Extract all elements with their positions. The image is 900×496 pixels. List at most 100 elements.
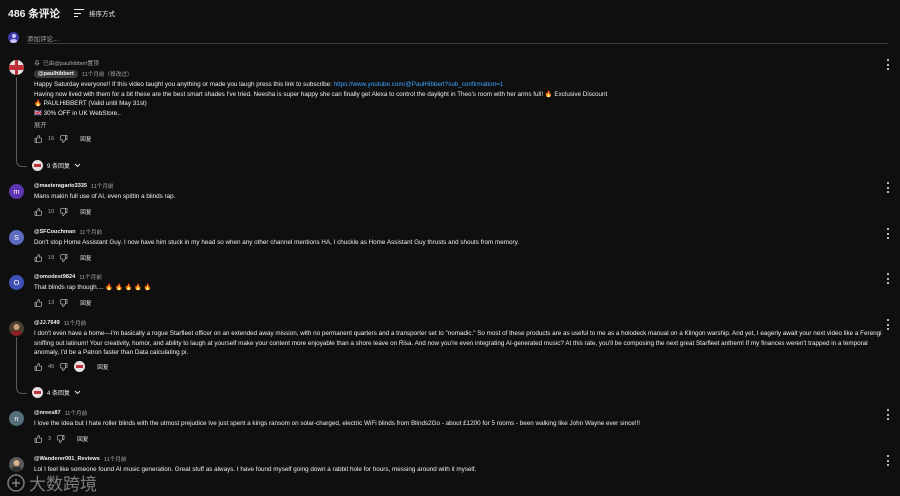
- pinned-label: 已由@paulhibbert置顶: [34, 59, 879, 67]
- comment-actions: 19 回复: [34, 253, 879, 263]
- comment-actions: 13 回复: [34, 298, 879, 308]
- chevron-down-icon: [74, 163, 81, 168]
- subscribe-link[interactable]: https://www.youtube.com/@PaulHibbert?sub…: [334, 81, 504, 88]
- dislike-icon[interactable]: [60, 135, 68, 143]
- avatar-letter: S: [13, 233, 19, 242]
- like-icon[interactable]: [34, 362, 42, 371]
- comment-time[interactable]: 11个月前: [80, 228, 103, 236]
- reply-button[interactable]: 回复: [97, 363, 108, 371]
- comment-count: 486 条评论: [8, 7, 60, 20]
- comment-author[interactable]: @masteragario3335: [34, 183, 87, 189]
- like-icon[interactable]: [34, 434, 42, 443]
- replies-label: 4 条回复: [47, 391, 71, 397]
- comment-text: I don't even have a home—I'm basically a…: [34, 330, 882, 356]
- comments-header: 486 条评论 排序方式: [8, 5, 115, 21]
- like-count: 16: [48, 136, 55, 142]
- comment-author[interactable]: @JJ.7649: [34, 320, 60, 326]
- reply-button[interactable]: 回复: [80, 135, 91, 143]
- user-photo-icon: [9, 321, 24, 336]
- comment-author[interactable]: @SFCouchman: [34, 229, 76, 235]
- like-icon[interactable]: [34, 253, 42, 262]
- comment-meta: @masteragario3335 11个月前: [34, 182, 879, 190]
- text-line: 🇬🇧 30% OFF in UK WebStore..: [34, 109, 121, 117]
- replies-toggle[interactable]: 9 条回复: [32, 160, 81, 171]
- thread-line: [16, 337, 27, 394]
- add-comment-input[interactable]: 添加评论...: [27, 33, 58, 43]
- like-icon[interactable]: [34, 298, 42, 307]
- comment-meta: @omodest9824 11个月前: [34, 273, 879, 281]
- replies-toggle[interactable]: 4 条回复: [32, 387, 81, 398]
- comment-actions: 16 回复: [34, 134, 879, 144]
- add-comment-row[interactable]: 添加评论...: [8, 31, 888, 44]
- comment-text: I love the idea but I hate roller blinds…: [34, 420, 640, 427]
- comment-time[interactable]: 11个月前: [65, 409, 88, 417]
- more-options-icon[interactable]: [886, 228, 890, 239]
- like-count: 45: [48, 363, 55, 370]
- reply-button[interactable]: 回复: [80, 254, 91, 262]
- comment-author[interactable]: @omodest9824: [34, 274, 75, 280]
- comment-meta: @JJ.7649 11个月前: [34, 319, 879, 327]
- avatar[interactable]: O: [9, 275, 24, 290]
- replies-label: 9 条回复: [47, 164, 71, 170]
- user-avatar: [8, 32, 19, 43]
- more-options-icon[interactable]: [886, 455, 890, 466]
- dislike-icon[interactable]: [57, 434, 65, 443]
- comment-actions: 10 回复: [34, 207, 879, 217]
- reply-button[interactable]: 回复: [80, 299, 91, 307]
- dislike-icon[interactable]: [60, 362, 68, 371]
- sort-button[interactable]: 排序方式: [73, 8, 115, 18]
- thread-line: [16, 77, 27, 167]
- comment-text: Mans makin full use of AI, even spittin …: [34, 193, 176, 200]
- like-icon[interactable]: [34, 207, 42, 216]
- watermark: 大数跨境: [6, 470, 97, 495]
- like-icon[interactable]: [34, 135, 42, 143]
- text-line: Having now lived with them for a bit the…: [34, 90, 608, 98]
- avatar[interactable]: m: [9, 184, 24, 199]
- sort-icon: [73, 9, 84, 17]
- more-options-icon[interactable]: [886, 409, 890, 420]
- sort-label: 排序方式: [88, 11, 115, 18]
- watermark-text: 大数跨境: [29, 475, 97, 494]
- comment-time[interactable]: 11个月前: [91, 182, 114, 190]
- creator-heart-avatar: [74, 361, 86, 372]
- comment-meta: @Wanderer001_Reviews 11个月前: [34, 455, 879, 463]
- like-count: 3: [48, 435, 52, 442]
- chevron-down-icon: [74, 390, 81, 395]
- comment-text: Happy Saturday everyone!! If this video …: [34, 80, 879, 118]
- avatar[interactable]: n: [9, 411, 24, 426]
- watermark-logo-icon: [7, 473, 25, 492]
- avatar-letter: O: [13, 278, 20, 287]
- input-underline: [27, 43, 888, 44]
- like-count: 10: [48, 208, 55, 215]
- comment-time[interactable]: 11个月前: [104, 455, 127, 463]
- comment-author[interactable]: @Wanderer001_Reviews: [34, 456, 100, 462]
- creator-mini-avatar: [32, 387, 43, 398]
- creator-avatar-icon: [9, 60, 24, 75]
- more-options-icon[interactable]: [886, 59, 890, 70]
- like-count: 13: [48, 299, 55, 306]
- more-options-icon[interactable]: [886, 273, 890, 284]
- comment-text: Lol I feel like someone found AI music g…: [34, 466, 477, 473]
- avatar-letter: n: [14, 414, 19, 423]
- dislike-icon[interactable]: [60, 298, 68, 307]
- expand-link[interactable]: 展开: [34, 120, 879, 129]
- comment-meta: @nrees87 11个月前: [34, 409, 879, 417]
- pinned-text: 已由@paulhibbert置顶: [43, 61, 99, 67]
- dislike-icon[interactable]: [60, 253, 68, 262]
- comment-text: Don't stop Home Assistant Guy. I now hav…: [34, 239, 519, 246]
- dislike-icon[interactable]: [60, 207, 68, 216]
- creator-badge[interactable]: @paulhibbert: [34, 70, 78, 78]
- creator-mini-avatar: [32, 160, 43, 171]
- comment-time[interactable]: 11个月前（修改过）: [82, 70, 133, 78]
- avatar[interactable]: [9, 321, 24, 336]
- comment-time[interactable]: 11个月前: [79, 273, 102, 281]
- more-options-icon[interactable]: [886, 319, 890, 330]
- more-options-icon[interactable]: [886, 182, 890, 193]
- avatar[interactable]: [9, 60, 24, 75]
- comment-author[interactable]: @nrees87: [34, 410, 61, 416]
- reply-button[interactable]: 回复: [77, 435, 88, 443]
- avatar[interactable]: S: [9, 230, 24, 245]
- comment-time[interactable]: 11个月前: [64, 319, 87, 327]
- reply-button[interactable]: 回复: [80, 208, 91, 216]
- text-line: 🔥 PAULHIBBERT (Valid until May 31st): [34, 100, 147, 107]
